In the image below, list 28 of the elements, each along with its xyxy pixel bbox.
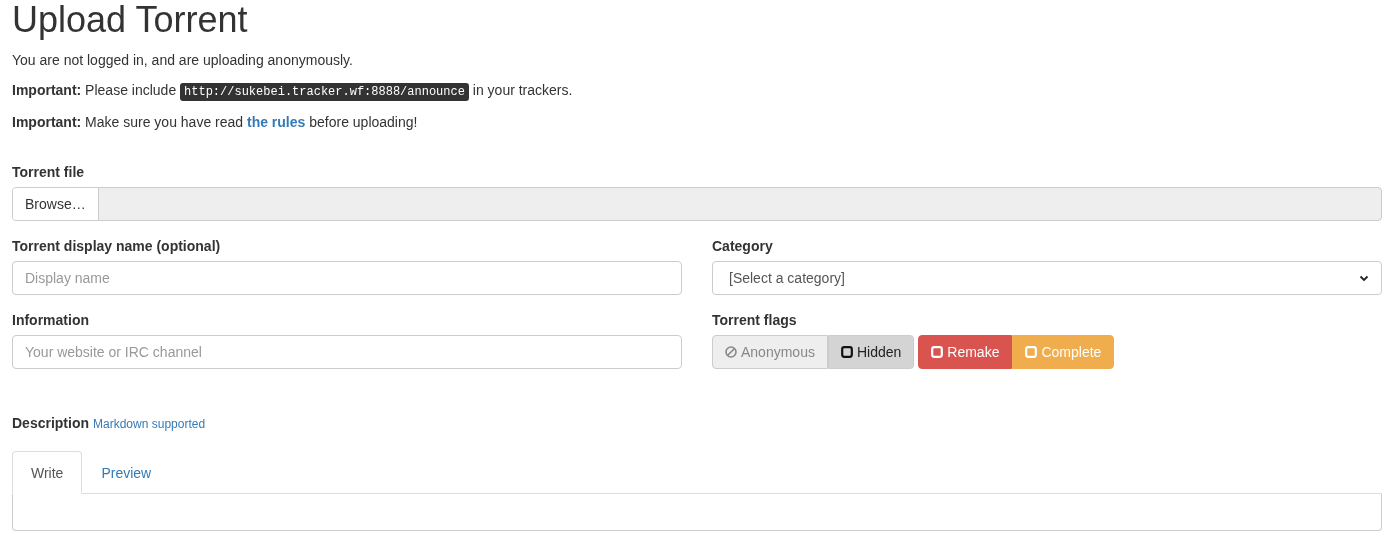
ban-icon — [725, 346, 737, 358]
checkbox-icon — [840, 346, 853, 358]
category-select[interactable]: [Select a category] — [712, 261, 1382, 295]
flag-button[interactable]: Hidden — [827, 335, 915, 369]
notice-text: Important: Make sure you have read the rules before uploading! — [12, 113, 418, 132]
display-name-field[interactable]: Display name — [12, 261, 682, 295]
checkbox-icon — [1025, 346, 1038, 358]
field-label: Torrent file — [12, 163, 85, 182]
field-label: Description — [12, 414, 89, 433]
information-field[interactable]: Your website or IRC channel — [12, 335, 682, 369]
rules-link[interactable]: the rules — [247, 114, 306, 130]
tracker-url: http://sukebei.tracker.wf:8888/announce — [180, 83, 469, 101]
caret-icon — [1359, 273, 1369, 283]
editor-tab[interactable]: Write — [12, 451, 83, 494]
notice-text: You are not logged in, and are uploading anonymously. — [12, 51, 353, 70]
notice-text: Important: Please include http://sukebei.tracker.wf:8888/announce in your trackers. — [12, 81, 573, 102]
page-title: Upload Torrent — [12, 0, 248, 40]
checkbox-icon — [931, 346, 944, 358]
markdown-hint: Markdown supported — [93, 417, 206, 431]
browse-button[interactable]: Browse… — [13, 188, 99, 220]
description-field[interactable] — [12, 494, 1382, 531]
flag-button[interactable]: Remake — [918, 335, 1013, 369]
field-label: Information — [12, 311, 89, 330]
field-label: Torrent flags — [712, 311, 797, 330]
field-label: Category — [712, 237, 773, 256]
file-input[interactable]: Browse… — [12, 187, 1382, 221]
editor-tab[interactable]: Preview — [82, 451, 171, 494]
field-label: Torrent display name (optional) — [12, 237, 221, 256]
